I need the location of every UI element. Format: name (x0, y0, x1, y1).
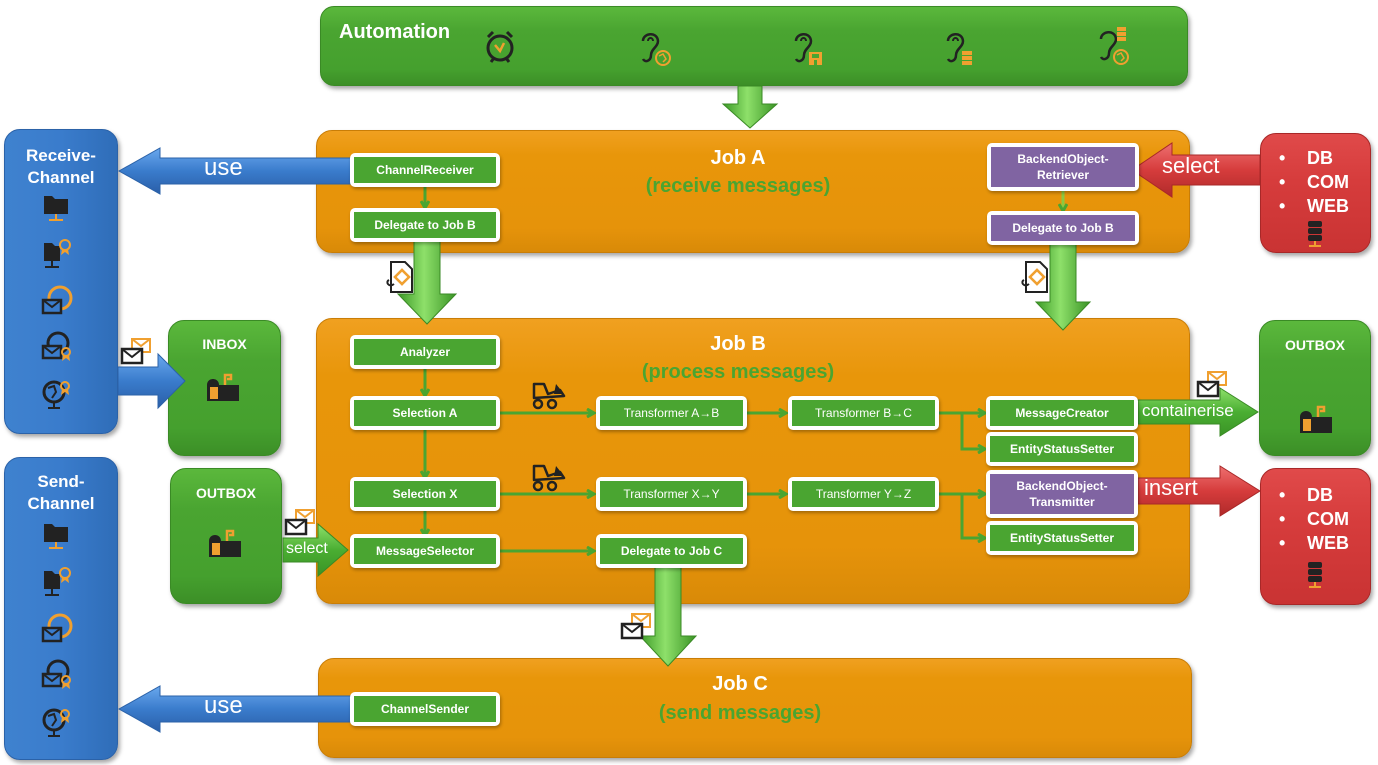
channel-sender-node[interactable]: ChannelSender (350, 692, 500, 726)
selection-a-node[interactable]: Selection A (350, 396, 500, 430)
loader-truck-icon (532, 382, 566, 410)
flow-transformer-bc-to-entity-status-1 (960, 413, 985, 449)
mail-icon (1196, 371, 1227, 398)
delegate-to-job-c-node[interactable]: Delegate to Job C (596, 534, 747, 568)
transformer-x-y-node[interactable]: Transformer X→Y (596, 477, 747, 511)
mail-icon (120, 338, 151, 365)
analyzer-node[interactable]: Analyzer (350, 335, 500, 369)
channel-receiver-node[interactable]: ChannelReceiver (350, 153, 500, 187)
backend-object-transmitter-node[interactable]: BackendObject- Transmitter (986, 470, 1138, 518)
backend-object-retriever-node[interactable]: BackendObject- Retriever (987, 143, 1139, 191)
arrow-automation-to-job-a (721, 85, 779, 129)
document-link-icon (386, 261, 413, 293)
use-send-label: use (204, 692, 243, 719)
flow-transformer-yz-to-entity-status-2 (960, 494, 985, 538)
transformer-b-c-node[interactable]: Transformer B→C (788, 396, 939, 430)
entity-status-setter-1-node[interactable]: EntityStatusSetter (986, 432, 1138, 466)
mail-icon (284, 509, 315, 536)
entity-status-setter-2-node[interactable]: EntityStatusSetter (986, 521, 1138, 555)
connectors-layer (117, 85, 1261, 733)
message-selector-node[interactable]: MessageSelector (350, 534, 500, 568)
document-link-icon (1021, 261, 1048, 293)
mail-icon (620, 613, 651, 640)
transformer-y-z-node[interactable]: Transformer Y→Z (788, 477, 939, 511)
use-receive-label: use (204, 154, 243, 181)
select-outbox-label: select (286, 540, 328, 557)
transformer-a-b-node[interactable]: Transformer A→B (596, 396, 747, 430)
loader-truck-icon (532, 464, 566, 492)
message-creator-node[interactable]: MessageCreator (986, 396, 1138, 430)
containerise-label: containerise (1142, 401, 1234, 420)
selection-x-node[interactable]: Selection X (350, 477, 500, 511)
insert-backend-label: insert (1144, 475, 1198, 500)
delegate-to-job-b-left-node[interactable]: Delegate to Job B (350, 208, 500, 242)
delegate-to-job-b-right-node[interactable]: Delegate to Job B (987, 211, 1139, 245)
select-backend-label: select (1162, 153, 1220, 178)
